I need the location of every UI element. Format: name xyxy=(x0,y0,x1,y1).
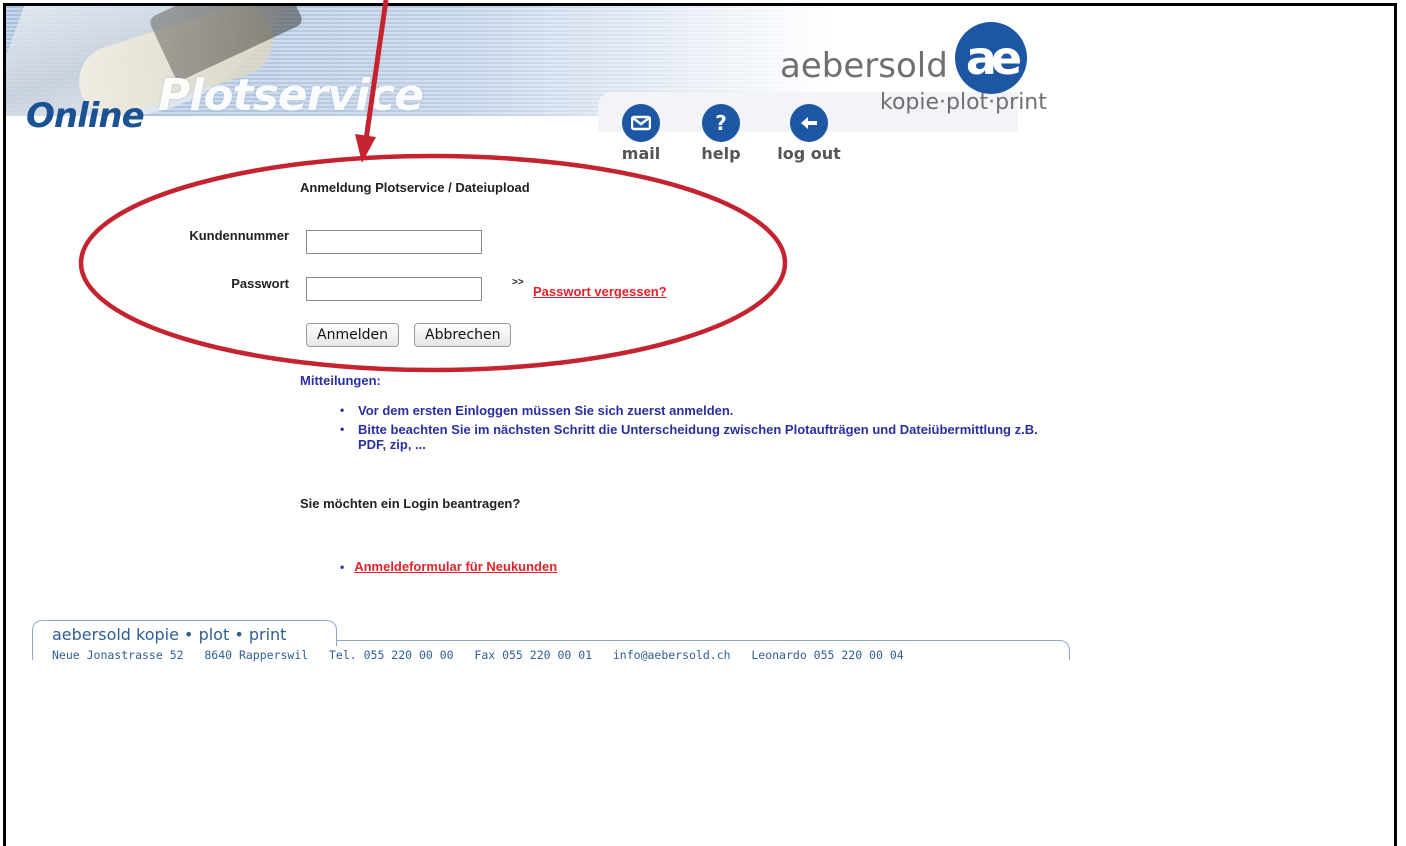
footer-tel: Tel. 055 220 00 00 xyxy=(328,648,454,662)
footer-address: Neue Jonastrasse 52 xyxy=(52,648,184,662)
brand-plotservice: Plotservice xyxy=(158,70,424,121)
brand-online: Online xyxy=(26,96,145,136)
logo-tagline: kopie·plot·print xyxy=(880,90,1047,115)
nav-help-label: help xyxy=(701,144,741,163)
forgot-password-link[interactable]: Passwort vergessen? xyxy=(533,284,667,299)
cancel-button[interactable]: Abbrechen xyxy=(414,323,512,347)
customer-number-input[interactable] xyxy=(306,230,482,254)
forgot-prefix: >> xyxy=(512,277,524,288)
password-label: Passwort xyxy=(231,276,289,291)
logo-mark-icon: ae xyxy=(955,22,1027,94)
nav-mail-label: mail xyxy=(621,144,661,163)
footer-brand: aebersold kopie • plot • print xyxy=(52,625,287,644)
nav-logout-button[interactable]: log out xyxy=(774,104,844,163)
register-link[interactable]: Anmeldeformular für Neukunden xyxy=(354,559,557,574)
message-item: Vor dem ersten Einloggen müssen Sie sich… xyxy=(340,403,1040,418)
logout-icon xyxy=(790,104,828,142)
logo-name: aebersold xyxy=(780,46,948,86)
bullet-icon: • xyxy=(340,560,345,574)
mail-icon xyxy=(622,104,660,142)
footer-fax: Fax 055 220 00 01 xyxy=(474,648,593,662)
footer-leonardo: Leonardo 055 220 00 04 xyxy=(751,648,904,662)
footer-contact: Neue Jonastrasse 52 8640 Rapperswil Tel.… xyxy=(52,648,904,662)
nav-mail-button[interactable]: mail xyxy=(606,104,676,163)
login-button[interactable]: Anmelden xyxy=(306,323,399,347)
messages-list: Vor dem ersten Einloggen müssen Sie sich… xyxy=(340,403,1040,456)
register-question: Sie möchten ein Login beantragen? xyxy=(300,496,521,511)
message-item: Bitte beachten Sie im nächsten Schritt d… xyxy=(340,422,1038,452)
messages-heading: Mitteilungen: xyxy=(300,373,381,388)
footer-email[interactable]: info@aebersold.ch xyxy=(613,648,731,662)
nav-help-button[interactable]: ? help xyxy=(686,104,756,163)
register-item: • Anmeldeformular für Neukunden xyxy=(340,559,557,574)
login-title: Anmeldung Plotservice / Dateiupload xyxy=(300,180,530,195)
customer-number-label: Kundennummer xyxy=(189,228,289,243)
footer-border-left xyxy=(32,646,33,660)
help-icon: ? xyxy=(702,104,740,142)
password-input[interactable] xyxy=(306,277,482,301)
nav-logout-label: log out xyxy=(777,144,841,163)
footer-city: 8640 Rapperswil xyxy=(204,648,309,662)
